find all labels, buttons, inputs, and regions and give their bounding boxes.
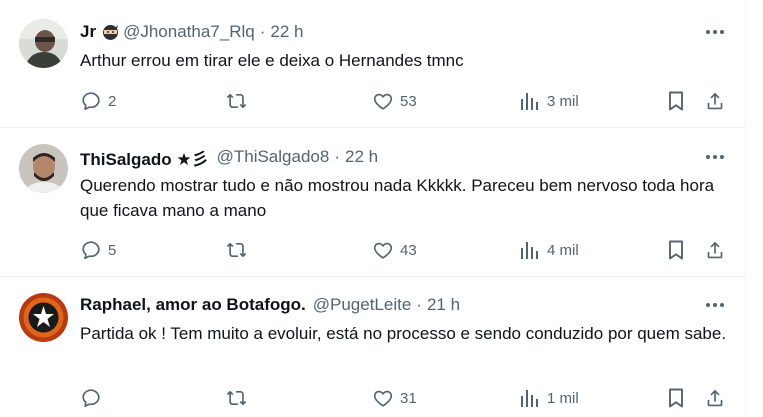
view-count: 4 mil bbox=[547, 241, 579, 259]
reply-count: 5 bbox=[108, 241, 117, 259]
more-icon bbox=[706, 155, 724, 159]
retweet-button[interactable] bbox=[225, 239, 255, 261]
share-button[interactable] bbox=[704, 90, 726, 112]
tweet-divider bbox=[0, 276, 745, 277]
like-button[interactable]: 31 bbox=[372, 387, 417, 409]
retweet-icon bbox=[226, 93, 247, 109]
like-count: 53 bbox=[400, 92, 417, 110]
avatar[interactable] bbox=[19, 19, 68, 68]
tweet-actions: 31 1 mil bbox=[80, 387, 730, 409]
views-button[interactable]: 1 mil bbox=[519, 387, 579, 409]
like-count: 31 bbox=[400, 389, 417, 407]
timestamp[interactable]: 22 h bbox=[270, 22, 303, 42]
retweet-icon bbox=[226, 390, 247, 406]
tweet-header: Jr @Jhonatha7_Rlq · 22 h bbox=[80, 21, 303, 43]
like-count: 43 bbox=[400, 241, 417, 259]
avatar[interactable] bbox=[19, 293, 68, 342]
separator-dot: · bbox=[259, 22, 266, 41]
share-icon bbox=[707, 92, 723, 110]
reply-icon bbox=[82, 241, 100, 260]
tweet-text: Partida ok ! Tem muito a evoluir, está n… bbox=[80, 324, 727, 343]
reply-button[interactable] bbox=[80, 387, 108, 409]
avatar[interactable] bbox=[19, 144, 68, 193]
timestamp[interactable]: 22 h bbox=[345, 147, 378, 167]
user-handle[interactable]: @Jhonatha7_Rlq bbox=[123, 22, 255, 42]
reply-icon bbox=[82, 389, 100, 408]
retweet-icon bbox=[226, 242, 247, 258]
retweet-button[interactable] bbox=[225, 90, 255, 112]
tweet-header: Raphael, amor ao Botafogo. @PugetLeite ·… bbox=[80, 294, 460, 316]
reply-count: 2 bbox=[108, 92, 117, 110]
tweet-divider bbox=[0, 127, 745, 128]
bookmark-icon bbox=[669, 91, 683, 111]
like-button[interactable]: 43 bbox=[372, 239, 417, 261]
timestamp[interactable]: 21 h bbox=[427, 295, 460, 315]
share-button[interactable] bbox=[704, 239, 726, 261]
more-icon bbox=[706, 303, 724, 307]
views-button[interactable]: 4 mil bbox=[519, 239, 579, 261]
bookmark-button[interactable] bbox=[666, 239, 686, 261]
bookmark-button[interactable] bbox=[666, 387, 686, 409]
more-options-button[interactable] bbox=[703, 149, 727, 165]
view-count: 1 mil bbox=[547, 389, 579, 407]
separator-dot: · bbox=[334, 147, 340, 166]
user-handle[interactable]: @PugetLeite bbox=[313, 295, 412, 315]
ninja-emoji-icon bbox=[102, 24, 119, 41]
separator-dot: · bbox=[416, 295, 422, 314]
tweet-text: Arthur errou em tirar ele e deixa o Hern… bbox=[80, 51, 464, 70]
bookmark-icon bbox=[669, 240, 683, 260]
tweet-text: Querendo mostrar tudo e não mostrou nada… bbox=[80, 176, 715, 220]
views-icon bbox=[521, 390, 538, 407]
share-icon bbox=[707, 389, 723, 407]
share-button[interactable] bbox=[704, 387, 726, 409]
view-count: 3 mil bbox=[547, 92, 579, 110]
display-name[interactable]: ThiSalgado ★彡 bbox=[80, 145, 209, 170]
reply-icon bbox=[82, 92, 100, 111]
reply-button[interactable]: 5 bbox=[80, 239, 116, 261]
heart-icon bbox=[373, 242, 393, 259]
display-name[interactable]: Jr bbox=[80, 22, 96, 42]
display-name[interactable]: Raphael, amor ao Botafogo. bbox=[80, 295, 306, 315]
more-icon bbox=[706, 30, 724, 34]
like-button[interactable]: 53 bbox=[372, 90, 417, 112]
bookmark-icon bbox=[669, 388, 683, 408]
reply-feed: Jr @Jhonatha7_Rlq · 22 h Arthur errou em… bbox=[0, 0, 746, 417]
bookmark-button[interactable] bbox=[666, 90, 686, 112]
views-icon bbox=[521, 93, 538, 110]
tweet-actions: 5 43 4 mil bbox=[80, 239, 730, 261]
heart-icon bbox=[373, 390, 393, 407]
tweet-header: ThiSalgado ★彡 @ThiSalgado8 · 22 h bbox=[80, 145, 378, 170]
user-handle[interactable]: @ThiSalgado8 bbox=[217, 147, 330, 167]
more-options-button[interactable] bbox=[703, 297, 727, 313]
share-icon bbox=[707, 241, 723, 259]
heart-icon bbox=[373, 93, 393, 110]
reply-button[interactable]: 2 bbox=[80, 90, 116, 112]
views-icon bbox=[521, 242, 538, 259]
tweet-actions: 2 53 3 mil bbox=[80, 90, 730, 112]
retweet-button[interactable] bbox=[225, 387, 255, 409]
more-options-button[interactable] bbox=[703, 24, 727, 40]
views-button[interactable]: 3 mil bbox=[519, 90, 579, 112]
